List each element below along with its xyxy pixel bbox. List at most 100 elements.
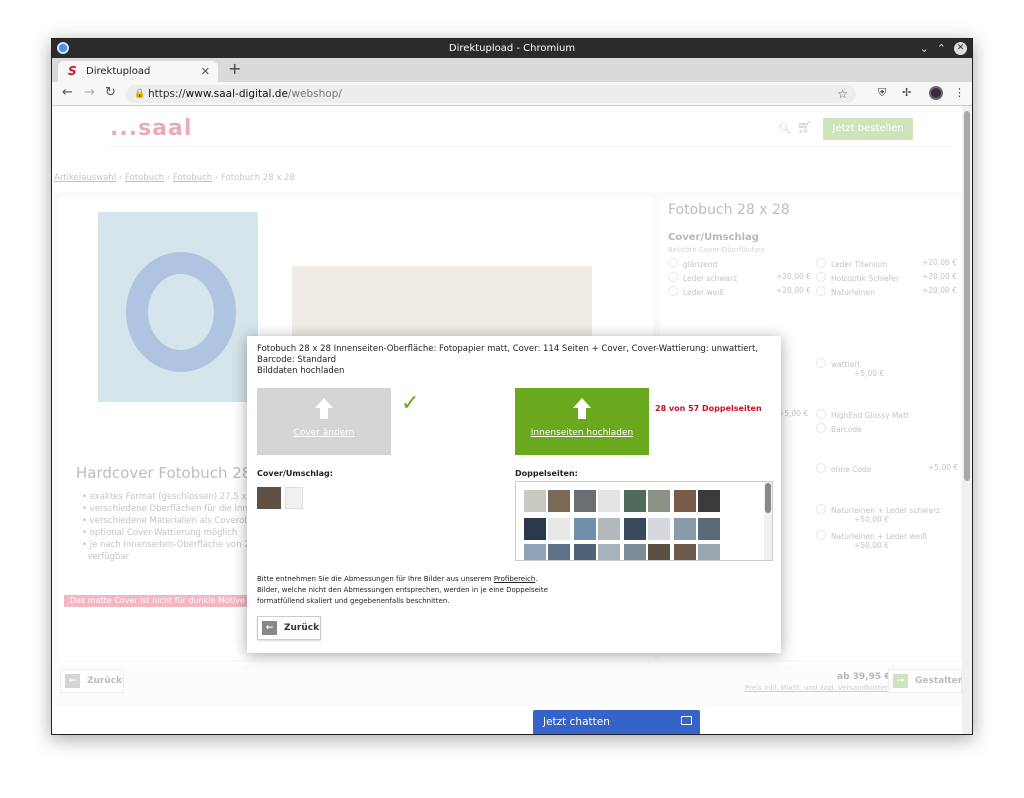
window-title: Direktupload - Chromium: [448, 43, 576, 54]
extension-puzzle-icon[interactable]: ✢: [902, 86, 911, 99]
menu-kebab-icon[interactable]: ⋮: [954, 86, 965, 99]
breadcrumb-current: Fotobuch 28 x 28: [220, 173, 295, 183]
feature-item: • exaktes Format (geschlossen) 27,5 x 27…: [82, 492, 263, 502]
change-cover-button[interactable]: Cover ändern: [257, 388, 391, 455]
pro-area-link[interactable]: Profibereich: [494, 575, 536, 583]
profile-avatar[interactable]: [929, 86, 943, 100]
close-tab-icon[interactable]: ✕: [201, 61, 210, 82]
bookmark-star-icon[interactable]: ☆: [837, 85, 848, 103]
matte-cover-warning: Das matte Cover ist nicht für dunkle Mot…: [64, 595, 254, 607]
spreads-gallery[interactable]: [515, 481, 773, 561]
feature-item: • je nach Innenseiten-Oberfläche von 26 …: [82, 540, 261, 550]
browser-window: Direktupload - Chromium ⌄ ⌃ ✕ S Direktup…: [51, 38, 973, 735]
spread-thumbnail[interactable]: [624, 490, 670, 512]
cover-thumbnail[interactable]: [285, 487, 303, 509]
back-button[interactable]: Zurück: [60, 669, 124, 693]
chat-window-icon: [681, 716, 692, 725]
spread-thumbnail[interactable]: [674, 490, 720, 512]
feature-list: • exaktes Format (geschlossen) 27,5 x 27…: [82, 491, 263, 563]
breadcrumb-item[interactable]: Artikelauswahl: [54, 173, 116, 183]
swim-ring-shape: [126, 252, 236, 372]
chat-button[interactable]: Jetzt chatten: [533, 710, 700, 734]
option-price: +50,00 €: [854, 541, 889, 550]
close-window-icon[interactable]: ✕: [954, 42, 967, 55]
page-scrollbar[interactable]: [962, 106, 972, 734]
chromium-icon: [57, 42, 69, 54]
spread-thumbnail[interactable]: [574, 490, 620, 512]
cover-thumbnail[interactable]: [257, 487, 281, 509]
saal-favicon-icon: S: [68, 64, 77, 78]
spread-thumbnail[interactable]: [524, 490, 570, 512]
window-controls: ⌄ ⌃ ✕: [920, 39, 967, 58]
option-price: +5,00 €: [928, 463, 959, 472]
url-domain: www.saal-digital.de: [185, 88, 288, 100]
option-price: +20,00 €: [922, 272, 957, 281]
option-price: +5,00 €: [854, 369, 885, 378]
option-price: +50,00 €: [854, 515, 889, 524]
spread-thumbnail[interactable]: [574, 518, 620, 540]
spread-count: 28 von 57 Doppelseiten: [655, 404, 762, 413]
spread-thumbnail[interactable]: [624, 544, 670, 560]
checkmark-icon: ✓: [401, 391, 420, 416]
reload-icon[interactable]: ↻: [105, 85, 116, 100]
option-price: +20,00 €: [776, 272, 811, 281]
gallery-scrollbar[interactable]: [764, 482, 772, 560]
lock-icon: 🔒: [134, 89, 146, 99]
spread-thumbnail[interactable]: [524, 518, 570, 540]
price-note-link[interactable]: Preis inkl. MwSt. und zzgl. Versandkoste…: [745, 684, 889, 692]
cover-section-label: Cover/Umschlag:: [257, 469, 333, 478]
dialog-back-button[interactable]: ← Zurück: [257, 616, 321, 640]
tab-strip: S Direktupload ✕ +: [52, 58, 972, 82]
barcode-option-radio[interactable]: Barcode: [816, 423, 862, 434]
option-price: +20,00 €: [776, 286, 811, 295]
spread-thumbnail[interactable]: [674, 518, 720, 540]
spread-thumbnail[interactable]: [524, 544, 570, 560]
tab-title: Direktupload: [86, 66, 151, 77]
address-bar[interactable]: 🔒 https://www.saal-digital.de/webshop/ ☆: [126, 85, 856, 103]
material-option-radio[interactable]: Naturleinen + Leder weiß: [816, 530, 927, 541]
cart-icon[interactable]: 🛒︎: [797, 120, 812, 134]
cover-option-radio[interactable]: Holzoptik Schiefer: [816, 272, 899, 283]
spreads-section-label: Doppelseiten:: [515, 469, 578, 478]
cover-option-radio[interactable]: Leder weiß: [668, 286, 724, 297]
url-scheme: https://: [148, 88, 186, 100]
feature-item: • optional Cover-Wattierung möglich: [82, 528, 238, 538]
change-cover-label: Cover ändern: [293, 428, 355, 438]
total-price: ab 39,95 €: [837, 672, 891, 682]
arrow-left-icon: ←: [262, 621, 277, 635]
back-icon[interactable]: ←: [62, 85, 73, 100]
toolbar: ← → ↻ 🔒 https://www.saal-digital.de/webs…: [52, 82, 972, 106]
material-option-radio[interactable]: Naturleinen + Leder schwarz: [816, 504, 940, 515]
cover-option-radio[interactable]: Leder Titanium: [816, 258, 887, 269]
order-now-button[interactable]: Jetzt bestellen: [823, 118, 913, 140]
options-title: Fotobuch 28 x 28: [668, 202, 790, 218]
shield-extension-icon[interactable]: ⛨: [878, 86, 886, 100]
cover-option-radio[interactable]: Leder schwarz: [668, 272, 737, 283]
spread-thumbnail[interactable]: [674, 544, 720, 560]
spread-thumbnail[interactable]: [574, 544, 620, 560]
scrollbar-thumb[interactable]: [964, 111, 970, 481]
forward-icon[interactable]: →: [84, 85, 95, 100]
cover-option-radio[interactable]: Naturleinen: [816, 286, 875, 297]
breadcrumb-item[interactable]: Fotobuch: [125, 173, 164, 183]
padding-option-radio[interactable]: wattiert: [816, 358, 860, 369]
upload-inner-pages-button[interactable]: Innenseiten hochladen: [515, 388, 649, 455]
cover-section-title: Cover/Umschlag: [668, 232, 759, 243]
barcode-option-radio[interactable]: ohne Code: [816, 463, 871, 474]
surface-option-radio[interactable]: HighEnd Glossy Matt: [816, 409, 909, 420]
url-path: /webshop/: [287, 88, 342, 100]
header-divider: [110, 146, 953, 147]
cover-option-radio[interactable]: glänzend: [668, 258, 717, 269]
new-tab-icon[interactable]: +: [228, 59, 241, 78]
upload-inner-pages-label: Innenseiten hochladen: [530, 428, 634, 438]
upload-arrow-icon: [573, 398, 591, 408]
search-icon[interactable]: 🔍︎: [778, 122, 792, 135]
saal-logo[interactable]: ...saal: [110, 116, 192, 141]
breadcrumb-item[interactable]: Fotobuch: [173, 173, 212, 183]
spread-thumbnail[interactable]: [624, 518, 670, 540]
upload-arrow-icon: [315, 398, 333, 408]
maximize-icon[interactable]: ⌃: [937, 39, 946, 58]
minimize-icon[interactable]: ⌄: [920, 39, 929, 58]
design-button[interactable]: Gestalten: [888, 669, 964, 693]
tab-direktupload[interactable]: S Direktupload ✕: [58, 61, 218, 82]
